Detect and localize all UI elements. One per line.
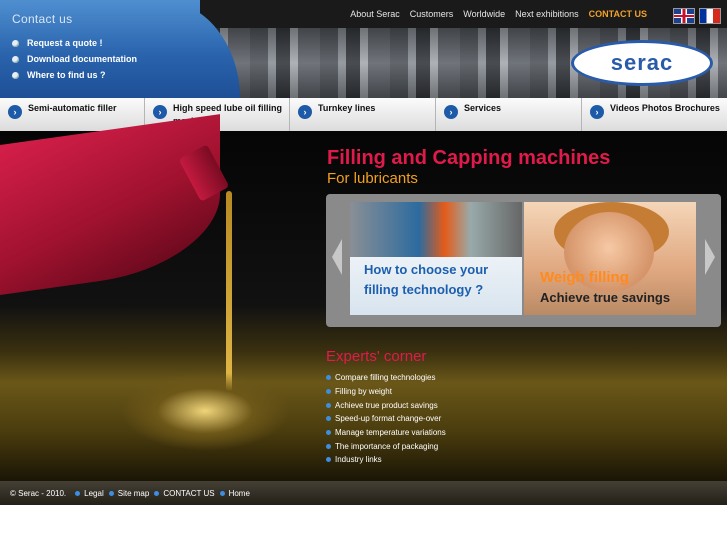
- experts-link[interactable]: Compare filling technologies: [326, 371, 446, 385]
- experts-link[interactable]: Industry links: [326, 453, 446, 467]
- bullet-icon: [326, 402, 331, 408]
- bullet-icon: [108, 490, 114, 496]
- top-nav: About Serac Customers Worldwide Next exh…: [350, 9, 647, 19]
- side-link-label: Download documentation: [27, 54, 137, 64]
- bullet-icon: [326, 443, 331, 449]
- bullet-icon: [154, 490, 160, 496]
- copyright-text: © Serac - 2010.: [10, 488, 67, 498]
- hero-subline: For lubricants: [327, 170, 418, 187]
- france-flag-icon[interactable]: [699, 8, 721, 24]
- chevron-right-icon: ›: [298, 105, 312, 119]
- slide-filling-technology[interactable]: How to choose your filling technology ?: [350, 202, 522, 315]
- serac-logo[interactable]: serac: [571, 40, 713, 86]
- chevron-right-icon: ›: [590, 105, 604, 119]
- bullet-icon: [326, 457, 331, 463]
- slide-caption: How to choose your filling technology ?: [364, 262, 489, 297]
- footer-link-legal[interactable]: Legal: [75, 489, 104, 498]
- menu-item-label: Videos Photos Brochures: [610, 103, 720, 113]
- experts-link[interactable]: Achieve true product savings: [326, 398, 446, 412]
- footer-link-home[interactable]: Home: [219, 488, 250, 498]
- nav-next-exhibitions[interactable]: Next exhibitions: [515, 9, 579, 19]
- bullet-icon: [12, 55, 19, 63]
- bullet-icon: [75, 490, 81, 496]
- where-to-find-us-link[interactable]: Where to find us ?: [12, 67, 137, 83]
- side-link-label: Request a quote !: [27, 38, 103, 48]
- experts-link[interactable]: Speed-up format change-over: [326, 412, 446, 426]
- bullet-icon: [12, 71, 19, 79]
- experts-link-label: Compare filling technologies: [335, 373, 436, 383]
- menu-item-videos-photos-brochures[interactable]: › Videos Photos Brochures: [582, 98, 727, 131]
- download-documentation-link[interactable]: Download documentation: [12, 51, 137, 67]
- experts-link[interactable]: Filling by weight: [326, 385, 446, 399]
- experts-corner-title: Experts' corner: [326, 348, 427, 365]
- promo-slider: How to choose your filling technology ? …: [326, 194, 721, 327]
- slide-weigh-filling[interactable]: Weigh filling Achieve true savings: [524, 202, 696, 315]
- experts-list: Compare filling technologies Filling by …: [326, 371, 446, 467]
- product-menu: › Semi-automatic filler › High speed lube …: [0, 98, 727, 132]
- contact-title: Contact us: [12, 12, 73, 26]
- side-link-label: Where to find us ?: [27, 70, 106, 80]
- menu-item-semi-automatic-filler[interactable]: › Semi-automatic filler: [0, 98, 145, 131]
- experts-link-label: The importance of packaging: [335, 441, 439, 451]
- experts-link-label: Industry links: [335, 455, 382, 465]
- machine-illustration: [350, 202, 522, 257]
- oil-splash-image: [120, 371, 290, 451]
- nav-contact-us[interactable]: CONTACT US: [589, 9, 647, 19]
- slide-caption-title: Weigh filling: [540, 269, 629, 286]
- uk-flag-icon[interactable]: [673, 8, 695, 24]
- footer-link-label: Home: [228, 488, 250, 498]
- slide-caption-subtitle: Achieve true savings: [540, 290, 671, 305]
- menu-item-services[interactable]: › Services: [436, 98, 582, 131]
- nav-customers[interactable]: Customers: [410, 9, 454, 19]
- menu-item-label: Turnkey lines: [318, 103, 376, 113]
- experts-link-label: Achieve true product savings: [335, 400, 438, 410]
- side-links: Request a quote ! Download documentation…: [12, 35, 137, 83]
- request-quote-link[interactable]: Request a quote !: [12, 35, 137, 51]
- language-flags: [673, 8, 721, 24]
- footer-link-label: Site map: [117, 488, 150, 498]
- bullet-icon: [12, 39, 19, 47]
- chevron-right-icon: ›: [8, 105, 22, 119]
- footer: © Serac - 2010. Legal Site map CONTACT U…: [0, 481, 727, 505]
- bullet-icon: [326, 389, 331, 395]
- nav-about-serac[interactable]: About Serac: [350, 9, 400, 19]
- slider-prev-arrow-icon[interactable]: [332, 239, 342, 275]
- experts-link[interactable]: Manage temperature variations: [326, 426, 446, 440]
- bullet-icon: [219, 490, 225, 496]
- bullet-icon: [326, 416, 331, 422]
- experts-link[interactable]: The importance of packaging: [326, 439, 446, 453]
- chevron-right-icon: ›: [444, 105, 458, 119]
- footer-link-contact-us[interactable]: CONTACT US: [154, 488, 215, 498]
- hero-headline: Filling and Capping machines: [327, 147, 611, 169]
- page: Contact us Request a quote ! Download do…: [0, 0, 727, 505]
- chevron-right-icon: ›: [153, 105, 167, 119]
- menu-item-label: Semi-automatic filler: [28, 103, 117, 113]
- bullet-icon: [326, 430, 331, 436]
- menu-item-turnkey-lines[interactable]: › Turnkey lines: [290, 98, 436, 131]
- slide-caption: Weigh filling Achieve true savings: [540, 268, 670, 308]
- slider-next-arrow-icon[interactable]: [705, 239, 715, 275]
- menu-item-label: Services: [464, 103, 502, 113]
- experts-link-label: Manage temperature variations: [335, 428, 446, 438]
- experts-link-label: Speed-up format change-over: [335, 414, 442, 424]
- oil-stream-image: [226, 191, 232, 391]
- bullet-icon: [326, 375, 331, 381]
- footer-link-site-map[interactable]: Site map: [108, 488, 150, 498]
- logo-text: serac: [610, 50, 674, 75]
- nav-worldwide[interactable]: Worldwide: [463, 9, 505, 19]
- oil-bottle-image: [0, 114, 220, 298]
- experts-link-label: Filling by weight: [335, 387, 392, 397]
- footer-link-label: Legal: [84, 488, 104, 498]
- footer-link-label: CONTACT US: [163, 488, 215, 498]
- header: Contact us Request a quote ! Download do…: [0, 0, 727, 98]
